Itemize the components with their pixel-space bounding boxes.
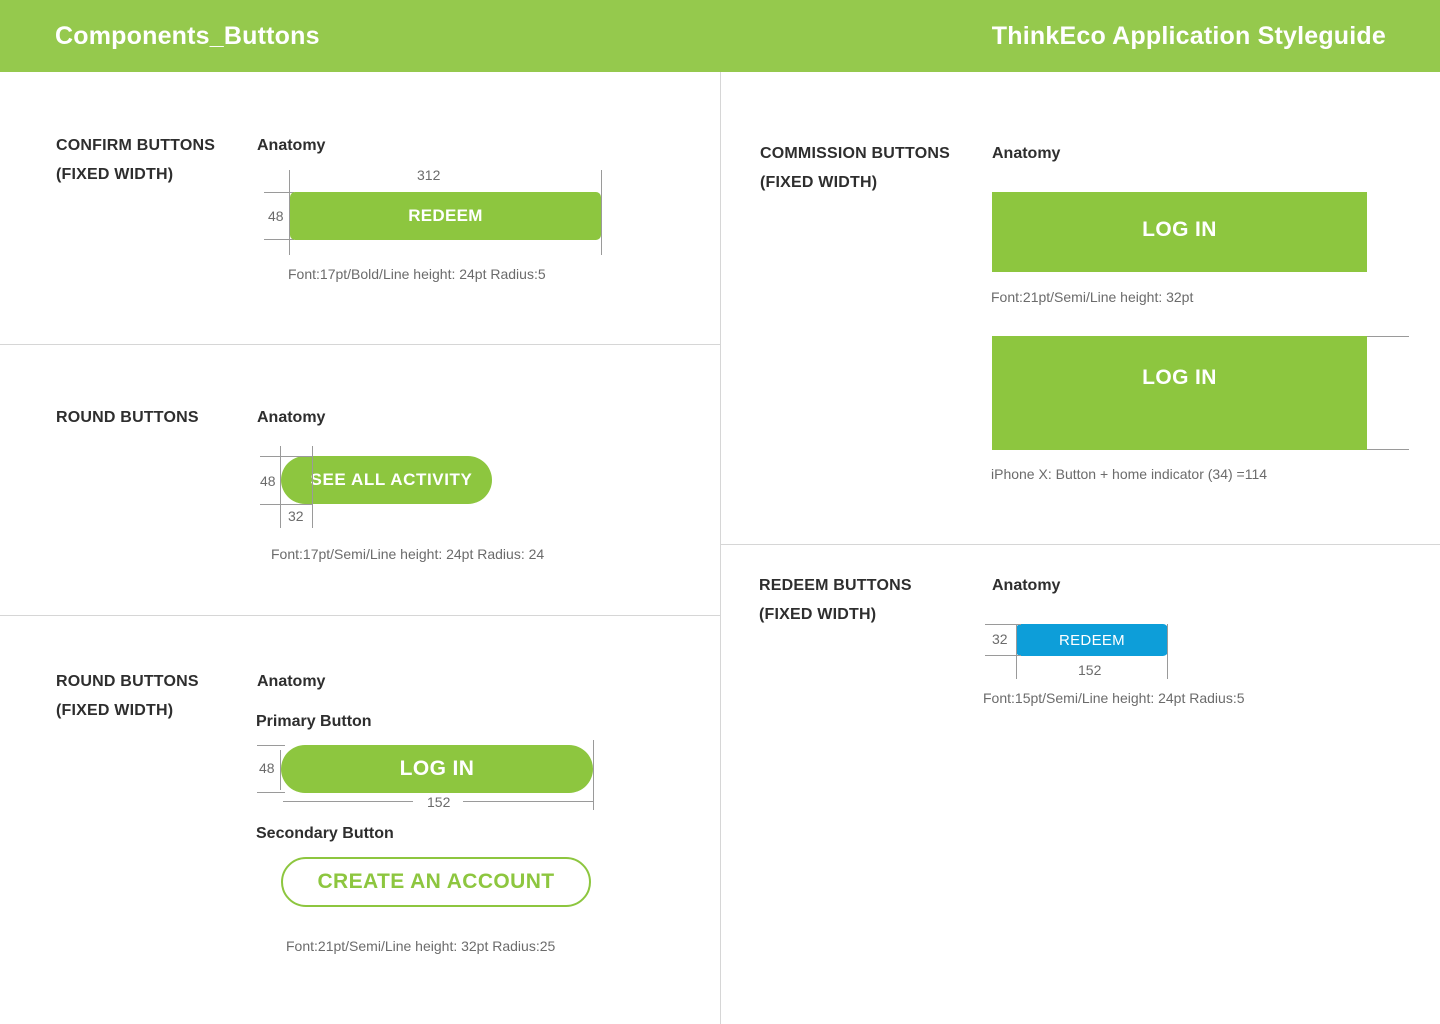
dimension-line [260, 456, 312, 457]
create-account-button[interactable]: CREATE AN ACCOUNT [281, 857, 591, 907]
width-dimension: 152 [1078, 662, 1102, 678]
dimension-line [257, 792, 285, 793]
width-dimension: 312 [417, 167, 441, 183]
section-label: COMMISSION BUTTONS (FIXED WIDTH) [760, 145, 950, 191]
section-label: ROUND BUTTONS (FIXED WIDTH) [56, 673, 199, 719]
width-dimension: 152 [427, 794, 451, 810]
dimension-line [280, 446, 281, 528]
anatomy-heading: Anatomy [992, 145, 1061, 162]
dimension-line [1016, 624, 1017, 679]
primary-button-label: Primary Button [256, 713, 372, 730]
anatomy-heading: Anatomy [257, 137, 326, 154]
page-header: Components_Buttons ThinkEco Application … [0, 0, 1440, 72]
dimension-line [1367, 449, 1409, 450]
section-label: ROUND BUTTONS [56, 409, 199, 426]
log-in-commission-button[interactable]: LOG IN [992, 192, 1367, 272]
dimension-line [260, 504, 312, 505]
dimension-line [463, 801, 593, 802]
dimension-line [280, 750, 281, 790]
section-divider [0, 615, 720, 616]
dimension-line [1367, 336, 1409, 337]
dimension-line [264, 192, 294, 193]
spec-text: Font:21pt/Semi/Line height: 32pt [991, 289, 1194, 305]
height-dimension: 48 [260, 473, 276, 489]
redeem-button[interactable]: REDEEM [290, 192, 601, 240]
dimension-line [312, 446, 313, 528]
section-label: CONFIRM BUTTONS (FIXED WIDTH) [56, 137, 216, 183]
height-dimension: 32 [992, 631, 1008, 647]
log-in-iphonex-button[interactable]: LOG IN [992, 336, 1367, 450]
spec-text: Font:17pt/Semi/Line height: 24pt Radius:… [271, 546, 545, 562]
spec-text: Font:17pt/Bold/Line height: 24pt Radius:… [288, 266, 546, 282]
dimension-line [593, 740, 594, 810]
section-label: REDEEM BUTTONS (FIXED WIDTH) [759, 577, 912, 623]
redeem-blue-button[interactable]: REDEEM [1016, 624, 1168, 656]
section-divider [721, 544, 1440, 545]
dimension-line [264, 239, 294, 240]
dimension-line [601, 170, 602, 255]
height-dimension: 48 [259, 760, 275, 776]
dimension-line [283, 801, 413, 802]
anatomy-heading: Anatomy [992, 577, 1061, 594]
page-title: Components_Buttons [55, 22, 320, 50]
anatomy-heading: Anatomy [257, 673, 326, 690]
padding-dimension: 32 [288, 508, 304, 524]
spec-text: Font:15pt/Semi/Line height: 24pt Radius:… [983, 690, 1245, 706]
dimension-line [257, 745, 285, 746]
section-divider [0, 344, 720, 345]
spec-text: iPhone X: Button + home indicator (34) =… [991, 466, 1268, 482]
column-divider [720, 72, 721, 1024]
height-dimension: 48 [268, 208, 284, 224]
styleguide-title: ThinkEco Application Styleguide [991, 22, 1386, 50]
spec-text: Font:21pt/Semi/Line height: 32pt Radius:… [286, 938, 556, 954]
anatomy-heading: Anatomy [257, 409, 326, 426]
dimension-line [1167, 624, 1168, 679]
log-in-primary-button[interactable]: LOG IN [281, 745, 593, 793]
secondary-button-label: Secondary Button [256, 825, 394, 842]
